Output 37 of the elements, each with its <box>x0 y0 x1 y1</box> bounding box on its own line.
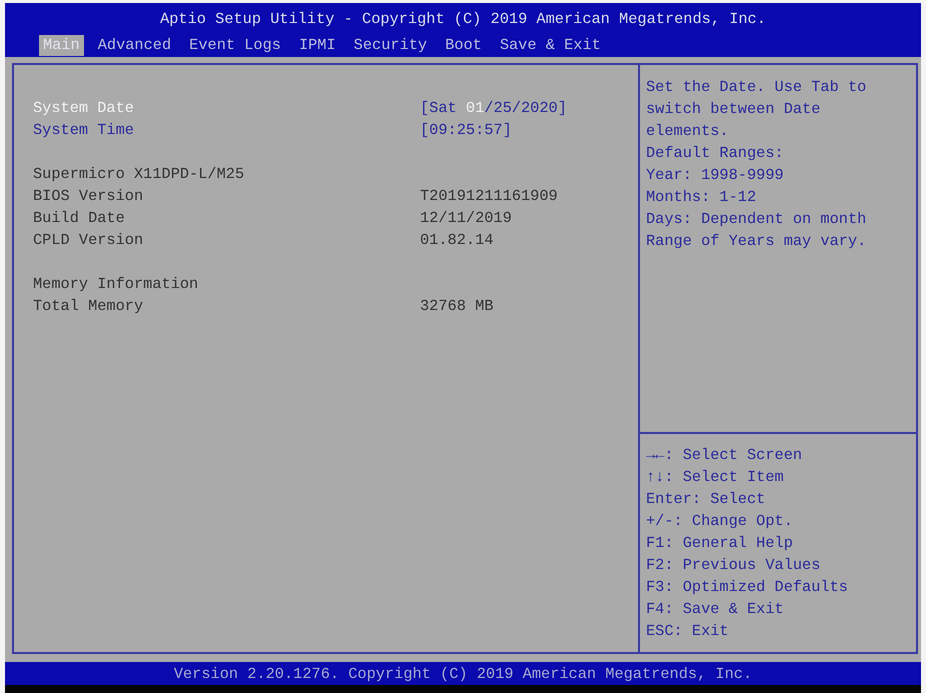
value-segment[interactable]: /25/2020] <box>484 97 567 119</box>
key-hint: F4: Save & Exit <box>646 599 785 620</box>
key-hint: Enter: Select <box>646 489 766 510</box>
setting-label[interactable]: System Time <box>33 119 420 141</box>
tab[interactable]: Boot <box>441 35 486 56</box>
window-title: Aptio Setup Utility - Copyright (C) 2019 American Megatrends, Inc. <box>160 9 766 30</box>
key-hint: ↑↓: Select Item <box>646 467 785 488</box>
key-hint: +/-: Change Opt. <box>646 511 794 532</box>
info-label: CPLD Version <box>33 230 144 251</box>
value-segment[interactable]: [09:25:57] <box>420 119 512 141</box>
help-text: Default Ranges: <box>646 143 785 164</box>
help-text: Days: Dependent on month <box>646 209 868 230</box>
info-value: 12/11/2019 <box>420 208 512 229</box>
tab[interactable]: IPMI <box>294 35 340 56</box>
key-hint: F2: Previous Values <box>646 555 822 576</box>
tab[interactable]: Advanced <box>94 35 176 56</box>
info-label: Memory Information <box>33 274 200 295</box>
info-value: 32768 MB <box>420 296 494 317</box>
tab[interactable]: Event Logs <box>185 35 285 56</box>
help-text: Months: 1-12 <box>646 187 758 208</box>
key-hint: F3: Optimized Defaults <box>646 577 849 598</box>
value-segment[interactable]: [Sat <box>420 97 466 119</box>
key-hint: →←: Select Screen <box>646 445 804 466</box>
help-text: Range of Years may vary. <box>646 231 868 252</box>
info-value: T20191211161909 <box>420 186 558 207</box>
help-text: Year: 1998-9999 <box>646 165 785 186</box>
key-hint: F1: General Help <box>646 533 794 554</box>
info-label: Build Date <box>33 208 126 229</box>
key-hint: ESC: Exit <box>646 621 730 642</box>
info-label: Total Memory <box>33 296 144 317</box>
help-text: Set the Date. Use Tab to switch between Date elements. <box>646 77 868 142</box>
info-label: BIOS Version <box>33 186 144 207</box>
tab[interactable]: Security <box>350 35 432 56</box>
tab[interactable]: Save & Exit <box>496 35 605 56</box>
version-text: Version 2.20.1276. Copyright (C) 2019 American Megatrends, Inc. <box>174 664 752 684</box>
info-label: Supermicro X11DPD-L/M25 <box>33 164 246 185</box>
info-value: 01.82.14 <box>420 230 494 251</box>
